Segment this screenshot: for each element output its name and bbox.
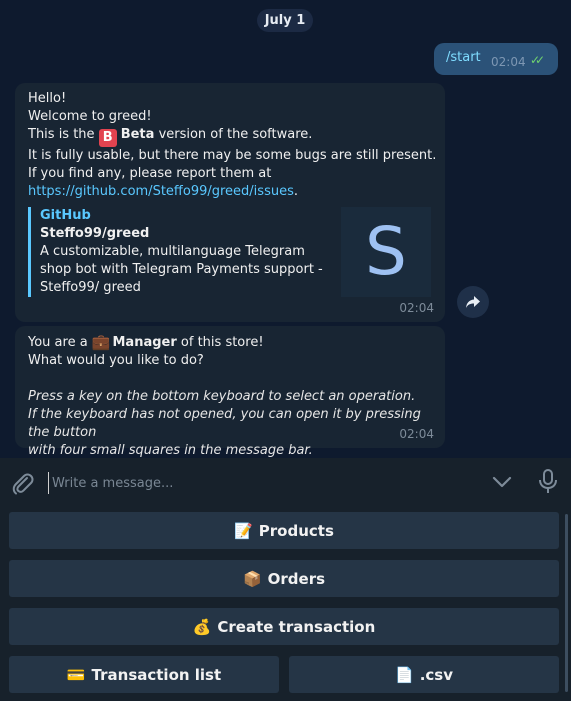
link-tail: . [293,184,298,199]
forward-button[interactable] [457,286,489,318]
outgoing-text: /start [446,50,481,65]
beta-badge-icon: B [98,129,117,147]
manager-line-1: You are a 💼 Manager of this store! [28,333,445,352]
welcome-message[interactable]: Hello! Welcome to greed! This is the B Be… [15,83,445,322]
memo-icon: 📝 [234,521,253,540]
manager-line-2: What would you like to do? [28,353,204,368]
products-button[interactable]: 📝 Products [9,512,559,549]
microphone-icon[interactable] [538,469,558,495]
create-transaction-button[interactable]: 💰 Create transaction [9,608,559,645]
outgoing-time: 02:04 [491,55,526,69]
manager-hint-2: If the keyboard has not opened, you can … [28,407,421,440]
csv-label: .csv [419,665,453,684]
welcome-time: 02:04 [399,301,434,315]
products-label: Products [258,521,334,540]
welcome-line-4: It is fully usable, but there may be som… [28,148,437,163]
manager-hint-1: Press a key on the bottom keyboard to se… [28,389,416,404]
manager-prefix: You are a [28,335,88,350]
beta-prefix: This is the [28,127,95,142]
bot-keyboard: 📝 Products 📦 Orders 💰 Create transaction… [0,506,571,701]
orders-label: Orders [267,569,326,588]
csv-button[interactable]: 📄 .csv [289,656,559,693]
date-separator: July 1 [257,9,313,32]
beta-suffix: version of the software. [158,127,313,142]
welcome-line-2: Welcome to greed! [28,109,152,124]
briefcase-icon: 💼 [91,333,111,351]
create-transaction-label: Create transaction [217,617,376,636]
transaction-list-button[interactable]: 💳 Transaction list [9,656,279,693]
welcome-line-1: Hello! [28,91,67,106]
package-icon: 📦 [242,569,262,588]
transaction-list-label: Transaction list [91,665,222,684]
chat-area: July 1 /start 02:04 ✓✓ Hello! Welcome to… [0,0,571,458]
message-composer [0,458,571,506]
preview-description: A customizable, multilanguage Telegram s… [40,244,323,295]
welcome-line-5: If you find any, please report them at [28,166,272,181]
orders-button[interactable]: 📦 Orders [9,560,559,597]
issues-link[interactable]: https://github.com/Steffo99/greed/issues [28,184,294,199]
welcome-line-3: This is the B Beta version of the softwar… [28,126,436,147]
manager-time: 02:04 [399,427,434,441]
money-bag-icon: 💰 [192,617,212,636]
beta-word: Beta [120,127,155,142]
message-input[interactable] [48,472,468,494]
keyboard-scrollbar[interactable] [565,514,568,692]
chevron-down-icon[interactable] [491,472,513,492]
forward-arrow-icon [466,296,480,308]
manager-suffix: of this store! [180,335,264,350]
manager-role: Manager [112,335,177,350]
outgoing-message[interactable]: /start 02:04 ✓✓ [434,43,558,75]
read-checkmarks-icon: ✓✓ [530,53,545,67]
credit-card-icon: 💳 [66,665,86,684]
manager-message[interactable]: You are a 💼 Manager of this store! What w… [15,326,445,458]
welcome-line-6: https://github.com/Steffo99/greed/issues… [28,183,436,201]
preview-thumbnail[interactable]: S [341,207,431,297]
attach-icon[interactable] [10,470,34,496]
document-icon: 📄 [395,665,414,684]
